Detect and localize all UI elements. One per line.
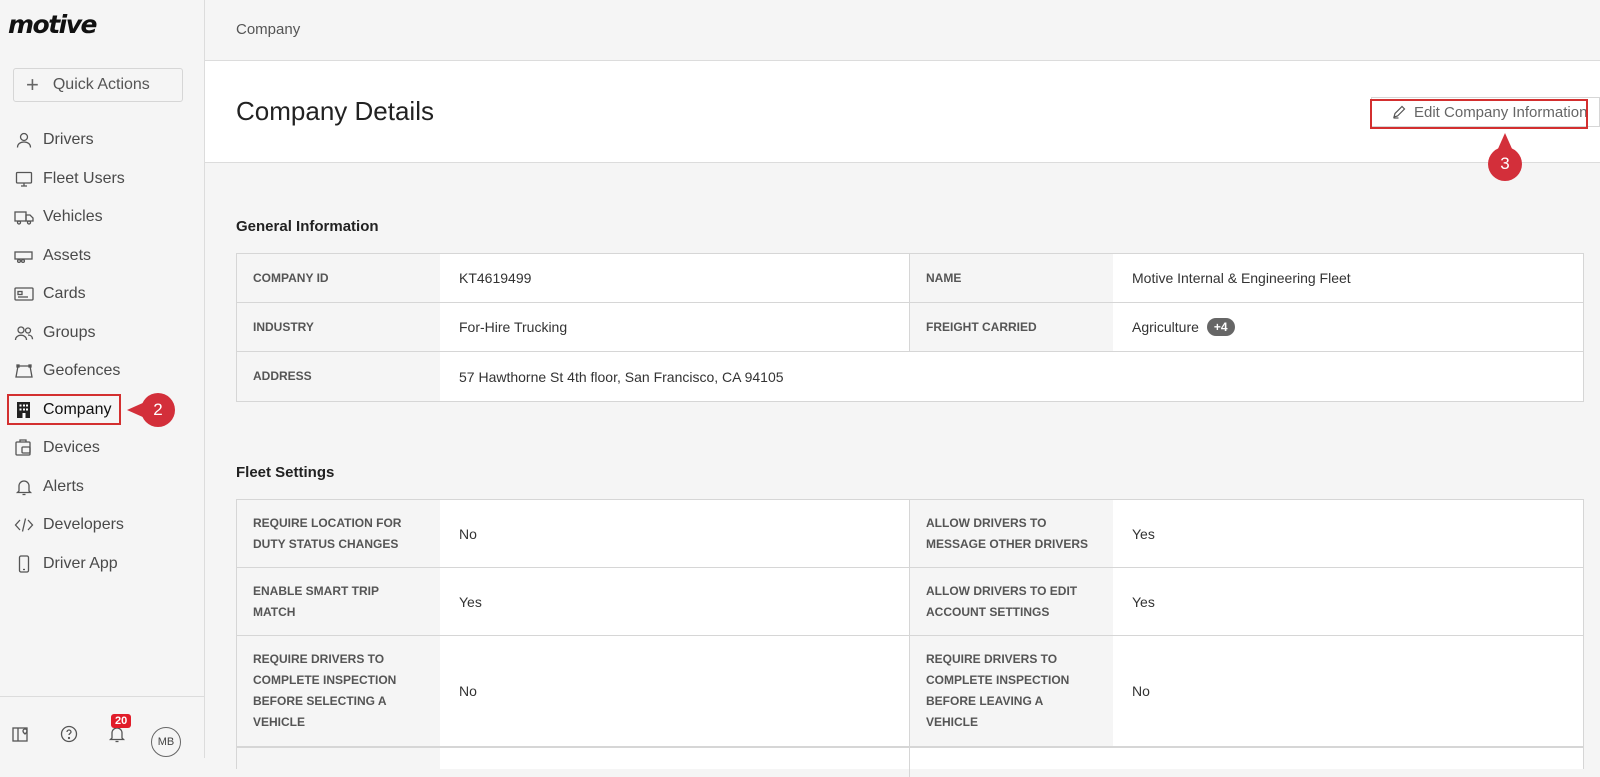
page-header: Company Details Edit Company Information… bbox=[205, 61, 1600, 181]
notifications-badge: 20 bbox=[111, 714, 132, 728]
highlight-box-company bbox=[7, 393, 121, 425]
fleet-settings-title: Fleet Settings bbox=[236, 464, 335, 481]
name-value: Motive Internal & Engineering Fleet bbox=[1132, 270, 1351, 286]
setting-value: Yes bbox=[440, 568, 910, 635]
sidebar-item-label: Geofences bbox=[43, 362, 121, 380]
monitor-icon bbox=[14, 169, 34, 189]
bell-icon bbox=[14, 477, 34, 497]
industry-value: For-Hire Trucking bbox=[440, 303, 910, 351]
setting-label: REQUIRE DRIVERS TO COMPLETE INSPECTION B… bbox=[237, 636, 440, 746]
setting-value: No bbox=[1132, 683, 1150, 699]
setting-label: ENABLE SMART TRIP MATCH bbox=[237, 568, 440, 635]
sidebar-item-label: Fleet Users bbox=[43, 169, 125, 187]
sidebar-item-label: Cards bbox=[43, 285, 86, 303]
breadcrumb[interactable]: Company bbox=[236, 21, 300, 38]
sidebar-item-developers[interactable]: Developers bbox=[0, 506, 204, 545]
setting-value: Yes bbox=[1132, 593, 1155, 610]
sidebar-item-groups[interactable]: Groups bbox=[0, 314, 204, 353]
sidebar-item-label: Driver App bbox=[43, 554, 118, 572]
sidebar-item-cards[interactable]: Cards bbox=[0, 275, 204, 314]
truck-icon bbox=[14, 207, 34, 227]
freight-carried-label: FREIGHT CARRIED bbox=[910, 303, 1113, 351]
geofence-icon bbox=[14, 361, 34, 381]
user-icon bbox=[14, 130, 34, 150]
table-row: REQUIRE DRIVERS TO COMPLETE INSPECTION B… bbox=[237, 636, 1583, 747]
devices-icon bbox=[14, 438, 34, 458]
setting-value: No bbox=[440, 500, 910, 567]
sidebar-item-devices[interactable]: Devices bbox=[0, 429, 204, 468]
phone-icon bbox=[14, 554, 34, 574]
industry-label: INDUSTRY bbox=[237, 303, 440, 351]
sidebar-item-label: Developers bbox=[43, 516, 124, 534]
company-id-value: KT4619499 bbox=[440, 254, 910, 302]
fleet-settings-table: REQUIRE LOCATION FOR DUTY STATUS CHANGES… bbox=[236, 499, 1584, 777]
sidebar: motive + Quick Actions Drivers Fleet Use… bbox=[0, 0, 205, 758]
avatar[interactable]: MB bbox=[151, 727, 181, 757]
name-label: NAME bbox=[910, 254, 1113, 302]
sidebar-item-vehicles[interactable]: Vehicles bbox=[0, 198, 204, 237]
sidebar-item-label: Drivers bbox=[43, 131, 94, 149]
freight-carried-text: Agriculture bbox=[1132, 319, 1199, 335]
sidebar-item-label: Alerts bbox=[43, 477, 84, 495]
sidebar-item-label: Vehicles bbox=[43, 208, 103, 226]
trailer-icon bbox=[14, 246, 34, 266]
sidebar-nav: Drivers Fleet Users Vehicles Assets Card… bbox=[0, 121, 204, 583]
table-row: REQUIRE LOCATION FOR DUTY STATUS CHANGES… bbox=[237, 500, 1583, 568]
table-row: COMPANY ID KT4619499 NAME Motive Interna… bbox=[237, 254, 1583, 303]
plus-icon: + bbox=[26, 72, 39, 97]
page-title: Company Details bbox=[236, 96, 434, 126]
highlight-box-edit bbox=[1370, 99, 1588, 129]
quick-actions-button[interactable]: + Quick Actions bbox=[13, 68, 183, 102]
sidebar-item-fleet-users[interactable]: Fleet Users bbox=[0, 160, 204, 199]
sidebar-item-company[interactable]: Company 2 bbox=[0, 391, 204, 430]
freight-carried-value: Agriculture +4 bbox=[1113, 303, 1583, 351]
code-icon bbox=[14, 515, 34, 535]
quick-actions-label: Quick Actions bbox=[52, 76, 150, 93]
sidebar-item-label: Assets bbox=[43, 246, 92, 264]
motive-logo[interactable]: motive bbox=[8, 10, 98, 39]
table-row: ADDRESS 57 Hawthorne St 4th floor, San F… bbox=[237, 352, 1583, 401]
company-id-label: COMPANY ID bbox=[237, 254, 440, 302]
help-icon[interactable] bbox=[58, 723, 80, 745]
sidebar-item-assets[interactable]: Assets bbox=[0, 237, 204, 276]
general-information-title: General Information bbox=[236, 218, 379, 235]
setting-label bbox=[237, 748, 440, 777]
group-icon bbox=[14, 323, 34, 343]
setting-label: REQUIRE DRIVERS TO COMPLETE INSPECTION B… bbox=[910, 636, 1113, 746]
address-label: ADDRESS bbox=[237, 352, 440, 401]
sidebar-item-driver-app[interactable]: Driver App bbox=[0, 545, 204, 584]
sidebar-item-drivers[interactable]: Drivers bbox=[0, 121, 204, 160]
table-row: INDUSTRY For-Hire Trucking FREIGHT CARRI… bbox=[237, 303, 1583, 352]
step-marker-2: 2 bbox=[127, 392, 175, 427]
sidebar-item-geofences[interactable]: Geofences bbox=[0, 352, 204, 391]
table-row bbox=[237, 747, 1583, 777]
table-row: ENABLE SMART TRIP MATCH Yes ALLOW DRIVER… bbox=[237, 568, 1583, 636]
freight-more-badge[interactable]: +4 bbox=[1206, 318, 1235, 336]
setting-label: REQUIRE LOCATION FOR DUTY STATUS CHANGES bbox=[237, 500, 440, 567]
setting-value bbox=[440, 748, 910, 777]
setting-value: No bbox=[440, 636, 910, 746]
top-bar: Company bbox=[205, 0, 1600, 61]
step-marker-3: 3 bbox=[1488, 133, 1522, 181]
general-information-table: COMPANY ID KT4619499 NAME Motive Interna… bbox=[236, 253, 1584, 402]
sidebar-item-label: Groups bbox=[43, 323, 96, 341]
address-value: 57 Hawthorne St 4th floor, San Francisco… bbox=[459, 368, 784, 385]
map-icon[interactable] bbox=[9, 723, 31, 745]
setting-label: ALLOW DRIVERS TO EDIT ACCOUNT SETTINGS bbox=[910, 568, 1113, 635]
setting-label: ALLOW DRIVERS TO MESSAGE OTHER DRIVERS bbox=[910, 500, 1113, 567]
sidebar-item-label: Devices bbox=[43, 439, 100, 457]
setting-value: Yes bbox=[1132, 525, 1155, 542]
sidebar-item-alerts[interactable]: Alerts bbox=[0, 468, 204, 507]
card-icon bbox=[14, 284, 34, 304]
